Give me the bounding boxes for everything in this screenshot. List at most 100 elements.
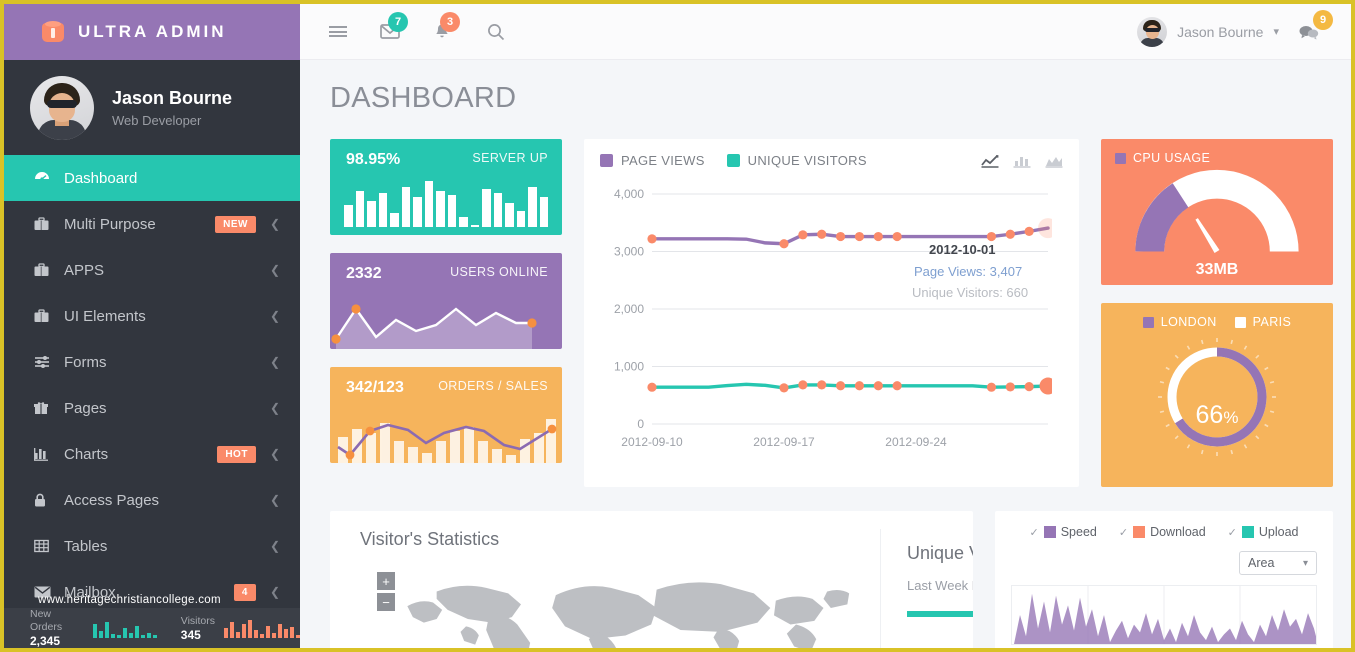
map-zoom-controls: + − xyxy=(377,572,395,614)
sidebar-item-badge: NEW xyxy=(215,215,256,233)
bar-chart-icon xyxy=(34,447,64,461)
chevron-left-icon[interactable]: ❮ xyxy=(270,539,280,553)
legend-unique-visitors[interactable]: UNIQUE VISITORS xyxy=(726,153,867,168)
page-title: DASHBOARD xyxy=(330,82,517,114)
table-icon xyxy=(34,539,64,553)
cpu-usage-panel: CPU USAGE 33MB xyxy=(1101,139,1333,285)
donut-legend: LONDON PARIS xyxy=(1115,315,1319,329)
chat-badge: 9 xyxy=(1313,9,1333,30)
zoom-in-button[interactable]: + xyxy=(377,572,395,590)
envelope-icon[interactable]: 7 xyxy=(370,11,410,52)
legend-download[interactable]: ✓ Download xyxy=(1119,525,1206,539)
stat-value: 98.95% xyxy=(346,151,401,168)
sidebar: ULTRA ADMIN Jason Bourne Web Developer D… xyxy=(4,4,300,648)
chart-type-toolbar xyxy=(981,153,1063,168)
select-value: Area xyxy=(1248,556,1275,570)
network-area-graphic xyxy=(1014,586,1316,644)
orders-sales-mixed-chart xyxy=(337,419,557,463)
london-paris-donut-panel: LONDON PARIS 66% xyxy=(1101,303,1333,487)
main-area: 7 3 Jason Bourne ▾ 9 DASHBOARD 98.95% SE… xyxy=(300,4,1351,648)
chevron-left-icon[interactable]: ❮ xyxy=(270,585,280,599)
sidebar-item-tables[interactable]: Tables ❮ xyxy=(4,523,300,569)
sidebar-item-ui-elements[interactable]: UI Elements ❮ xyxy=(4,293,300,339)
profile-name: Jason Bourne xyxy=(112,88,233,108)
sliders-icon xyxy=(34,355,64,369)
chevron-down-icon[interactable]: ▾ xyxy=(1273,25,1279,38)
sidebar-item-dashboard[interactable]: Dashboard❮ xyxy=(4,155,300,201)
stat-card-users-online[interactable]: 2332 USERS ONLINE xyxy=(330,253,562,349)
legend-label: PARIS xyxy=(1252,315,1292,329)
chart-type-select[interactable]: Area ▾ xyxy=(1239,551,1317,575)
chart-legend: PAGE VIEWS UNIQUE VISITORS xyxy=(600,153,1063,168)
stat-card-orders-sales[interactable]: 342/123 ORDERS / SALES xyxy=(330,367,562,463)
donut-value-wrap: 66% xyxy=(1101,401,1333,430)
right-panels-column: CPU USAGE 33MB LONDON PARIS 66% xyxy=(1101,139,1333,487)
chevron-left-icon[interactable]: ❮ xyxy=(270,401,280,415)
users-online-area-chart xyxy=(331,304,537,349)
user-menu-label[interactable]: Jason Bourne xyxy=(1177,24,1263,40)
sidebar-nav: Dashboard❮Multi PurposeNEW❮APPS❮UI Eleme… xyxy=(4,155,300,615)
chevron-left-icon[interactable]: ❮ xyxy=(270,263,280,277)
bar-chart-icon[interactable] xyxy=(1013,153,1031,168)
sidebar-item-label: APPS xyxy=(64,261,105,279)
sidebar-item-access-pages[interactable]: Access Pages ❮ xyxy=(4,477,300,523)
mail-badge: 7 xyxy=(388,11,408,32)
bell-icon[interactable]: 3 xyxy=(422,11,462,52)
chevron-left-icon[interactable]: ❮ xyxy=(270,493,280,507)
sidebar-item-label: Charts xyxy=(64,445,109,463)
legend-london: LONDON xyxy=(1142,315,1217,329)
zoom-out-button[interactable]: − xyxy=(377,593,395,611)
legend-upload[interactable]: ✓ Upload xyxy=(1228,525,1299,539)
unique-visitors-accent-bar xyxy=(907,611,973,617)
profile-role: Web Developer xyxy=(112,113,202,128)
legend-label: Download xyxy=(1150,525,1206,539)
tooltip-date: 2012-10-01 xyxy=(929,242,996,257)
cpu-value: 33MB xyxy=(1195,261,1239,278)
new-orders-stat: New Orders 2,345 xyxy=(30,608,157,648)
svg-text:0: 0 xyxy=(637,417,644,431)
stat-value: 2332 xyxy=(346,265,382,282)
visitors-label: Visitors xyxy=(180,614,215,627)
avatar[interactable] xyxy=(1137,16,1168,47)
svg-text:2012-09-24: 2012-09-24 xyxy=(885,435,947,449)
stat-cards-column: 98.95% SERVER UP 2332 USERS ONLINE 342/1… xyxy=(330,139,562,463)
chevron-left-icon[interactable]: ❮ xyxy=(270,447,280,461)
world-map[interactable]: + − xyxy=(360,564,880,648)
lock-icon xyxy=(34,493,64,507)
chevron-left-icon[interactable]: ❮ xyxy=(270,217,280,231)
sidebar-item-forms[interactable]: Forms ❮ xyxy=(4,339,300,385)
donut-unit: % xyxy=(1223,408,1239,427)
sidebar-item-charts[interactable]: Charts HOT ❮ xyxy=(4,431,300,477)
line-chart-icon[interactable] xyxy=(981,153,999,168)
sidebar-item-multi-purpose[interactable]: Multi Purpose NEW ❮ xyxy=(4,201,300,247)
dashboard-row-1: 98.95% SERVER UP 2332 USERS ONLINE 342/1… xyxy=(330,139,1333,487)
chat-icon[interactable]: 9 xyxy=(1289,9,1333,52)
area-chart-icon[interactable] xyxy=(1045,153,1063,168)
check-icon: ✓ xyxy=(1118,526,1129,539)
map-graphic xyxy=(407,582,850,648)
chevron-left-icon[interactable]: ❮ xyxy=(270,309,280,323)
legend-page-views[interactable]: PAGE VIEWS xyxy=(600,153,705,168)
visitors-value: 345 xyxy=(180,627,201,642)
legend-speed[interactable]: ✓ Speed xyxy=(1029,525,1096,539)
legend-label: UNIQUE VISITORS xyxy=(747,153,867,168)
sidebar-footer-stats: New Orders 2,345 Visitors 345 xyxy=(4,608,300,648)
hamburger-icon[interactable] xyxy=(318,12,358,52)
chevron-down-icon: ▾ xyxy=(1302,557,1308,569)
visitors-sparkline xyxy=(224,618,300,638)
brand-header[interactable]: ULTRA ADMIN xyxy=(4,4,300,60)
stat-label: USERS ONLINE xyxy=(450,265,548,279)
chevron-left-icon[interactable]: ❮ xyxy=(270,355,280,369)
sidebar-item-apps[interactable]: APPS ❮ xyxy=(4,247,300,293)
sidebar-item-pages[interactable]: Pages ❮ xyxy=(4,385,300,431)
legend-label: LONDON xyxy=(1160,315,1217,329)
stat-value: 342/123 xyxy=(346,379,404,396)
search-icon[interactable] xyxy=(476,12,516,52)
stat-card-server-up[interactable]: 98.95% SERVER UP xyxy=(330,139,562,235)
database-icon xyxy=(42,21,64,43)
network-area-chart xyxy=(1011,585,1317,645)
gift-icon xyxy=(34,401,64,415)
legend-swatch xyxy=(600,154,613,167)
cpu-gauge xyxy=(1135,169,1299,254)
legend-swatch xyxy=(726,154,740,167)
